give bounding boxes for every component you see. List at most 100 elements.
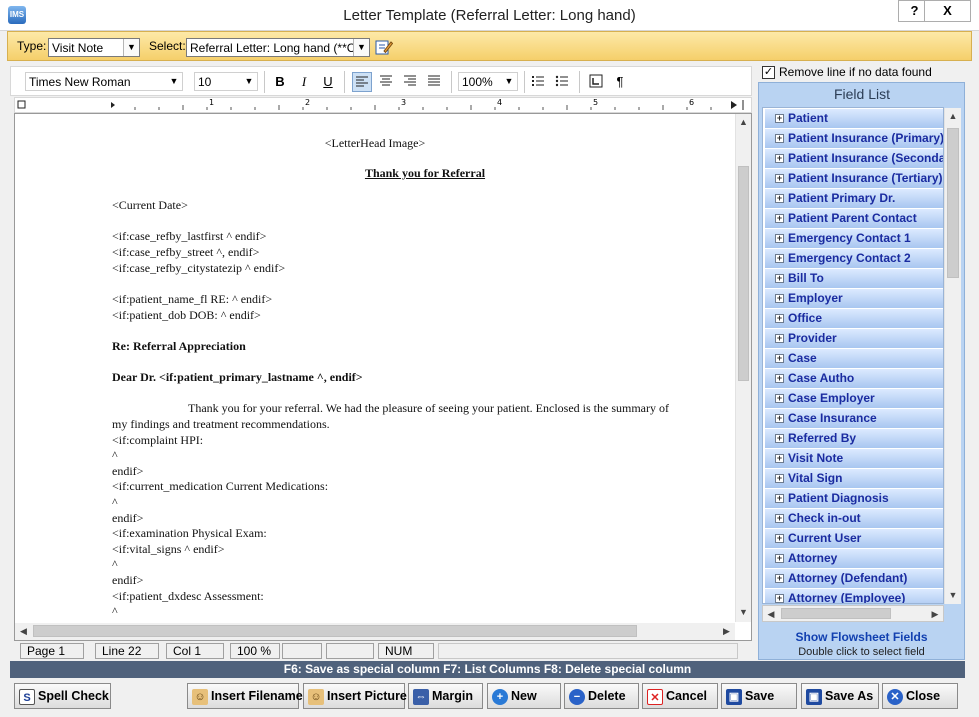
align-left-icon[interactable] — [352, 72, 372, 92]
field-item[interactable]: + Emergency Contact 1 — [765, 229, 943, 248]
document-editor[interactable]: <LetterHead Image> Thank you for Referra… — [14, 113, 752, 641]
expand-icon[interactable]: + — [775, 394, 784, 404]
delete-button[interactable]: − Delete — [564, 683, 639, 709]
field-item[interactable]: + Case Insurance — [765, 409, 943, 428]
underline-button[interactable]: U — [318, 72, 338, 92]
italic-button[interactable]: I — [294, 72, 314, 92]
field-item[interactable]: + Emergency Contact 2 — [765, 249, 943, 268]
expand-icon[interactable]: + — [775, 154, 784, 164]
remove-line-checkbox[interactable]: ✓ — [762, 66, 775, 79]
bold-button[interactable]: B — [270, 72, 290, 92]
chevron-down-icon[interactable]: ▼ — [353, 39, 369, 56]
expand-icon[interactable]: + — [775, 134, 784, 144]
insert-filename-button[interactable]: ☺ Insert Filename — [187, 683, 303, 709]
expand-icon[interactable]: + — [775, 474, 784, 484]
justify-icon[interactable] — [424, 72, 444, 92]
expand-icon[interactable]: + — [775, 434, 784, 444]
field-item[interactable]: + Patient Diagnosis — [765, 489, 943, 508]
expand-icon[interactable]: + — [775, 234, 784, 244]
margin-button[interactable]: ⇔ Margin — [408, 683, 483, 709]
field-item[interactable]: + Visit Note — [765, 449, 943, 468]
expand-icon[interactable]: + — [775, 514, 784, 524]
field-item[interactable]: + Attorney — [765, 549, 943, 568]
expand-icon[interactable]: + — [775, 294, 784, 304]
expand-icon[interactable]: + — [775, 594, 784, 603]
field-item[interactable]: + Patient Insurance (Secondary) — [765, 149, 943, 168]
expand-icon[interactable]: + — [775, 534, 784, 544]
expand-icon[interactable]: + — [775, 574, 784, 584]
field-item[interactable]: + Patient Parent Contact — [765, 209, 943, 228]
field-item[interactable]: + Patient — [765, 109, 943, 128]
scroll-right-icon[interactable]: ▶ — [927, 606, 943, 623]
chevron-down-icon[interactable]: ▼ — [241, 73, 257, 90]
field-item[interactable]: + Case Autho — [765, 369, 943, 388]
field-item[interactable]: + Current User — [765, 529, 943, 548]
close-button[interactable]: ✕ Close — [882, 683, 958, 709]
spell-check-button[interactable]: S Spell Check — [14, 683, 111, 709]
document-vertical-scrollbar[interactable]: ▲ ▼ — [735, 114, 751, 622]
cancel-button[interactable]: ✕ Cancel — [642, 683, 718, 709]
expand-icon[interactable]: + — [775, 334, 784, 344]
field-item[interactable]: + Check in-out — [765, 509, 943, 528]
expand-icon[interactable]: + — [775, 174, 784, 184]
save-button[interactable]: ▣ Save — [721, 683, 797, 709]
scroll-right-icon[interactable]: ▶ — [718, 623, 735, 640]
align-center-icon[interactable] — [376, 72, 396, 92]
field-item[interactable]: + Bill To — [765, 269, 943, 288]
expand-icon[interactable]: + — [775, 414, 784, 424]
field-item[interactable]: + Patient Insurance (Primary) — [765, 129, 943, 148]
scroll-up-icon[interactable]: ▲ — [945, 108, 961, 125]
expand-icon[interactable]: + — [775, 354, 784, 364]
field-list-horizontal-scrollbar[interactable]: ◀ ▶ — [762, 605, 944, 622]
document-horizontal-scrollbar[interactable]: ◀ ▶ — [15, 623, 735, 640]
scroll-thumb[interactable] — [738, 166, 749, 381]
expand-icon[interactable]: + — [775, 374, 784, 384]
chevron-down-icon[interactable]: ▼ — [501, 73, 517, 90]
field-list[interactable]: + Patient + Patient Insurance (Primary) + P… — [762, 107, 944, 604]
expand-icon[interactable]: + — [775, 214, 784, 224]
field-item[interactable]: + Case Employer — [765, 389, 943, 408]
scroll-thumb[interactable] — [947, 128, 959, 278]
scroll-left-icon[interactable]: ◀ — [15, 623, 32, 640]
field-item[interactable]: + Attorney (Employee) — [765, 589, 943, 603]
new-button[interactable]: + New — [487, 683, 561, 709]
font-size-select[interactable]: 10 ▼ — [194, 72, 258, 91]
numbered-list-icon[interactable] — [528, 72, 548, 92]
zoom-select[interactable]: 100% ▼ — [458, 72, 518, 91]
scroll-thumb[interactable] — [33, 625, 637, 637]
expand-icon[interactable]: + — [775, 114, 784, 124]
chevron-down-icon[interactable]: ▼ — [166, 73, 182, 90]
font-select[interactable]: Times New Roman ▼ — [25, 72, 183, 91]
field-item[interactable]: + Case — [765, 349, 943, 368]
bullet-list-icon[interactable] — [552, 72, 572, 92]
expand-icon[interactable]: + — [775, 494, 784, 504]
field-item[interactable]: + Vital Sign — [765, 469, 943, 488]
field-item[interactable]: + Patient Primary Dr. — [765, 189, 943, 208]
show-paragraph-marks-button[interactable]: ¶ — [610, 72, 630, 92]
chevron-down-icon[interactable]: ▼ — [123, 39, 139, 56]
expand-icon[interactable]: + — [775, 454, 784, 464]
field-item[interactable]: + Patient Insurance (Tertiary) — [765, 169, 943, 188]
field-item[interactable]: + Employer — [765, 289, 943, 308]
expand-icon[interactable]: + — [775, 254, 784, 264]
scroll-left-icon[interactable]: ◀ — [763, 606, 779, 623]
save-as-button[interactable]: ▣ Save As — [801, 683, 879, 709]
scroll-down-icon[interactable]: ▼ — [945, 587, 961, 604]
template-select[interactable]: Referral Letter: Long hand (**Con... ▼ — [186, 38, 370, 57]
scroll-up-icon[interactable]: ▲ — [736, 114, 751, 131]
field-item[interactable]: + Attorney (Defendant) — [765, 569, 943, 588]
field-item[interactable]: + Referred By — [765, 429, 943, 448]
show-flowsheet-fields-link[interactable]: Show Flowsheet Fields — [758, 630, 965, 644]
scroll-thumb[interactable] — [781, 608, 891, 619]
align-right-icon[interactable] — [400, 72, 420, 92]
expand-icon[interactable]: + — [775, 274, 784, 284]
edit-template-icon[interactable] — [375, 38, 394, 56]
scroll-down-icon[interactable]: ▼ — [736, 604, 751, 621]
field-list-vertical-scrollbar[interactable]: ▲ ▼ — [944, 108, 961, 604]
insert-picture-button[interactable]: ☺ Insert Picture — [303, 683, 407, 709]
tab-stop-icon[interactable] — [586, 72, 606, 92]
field-item[interactable]: + Provider — [765, 329, 943, 348]
ruler[interactable]: 1 2 3 4 5 6 — [14, 97, 752, 113]
window-close-button[interactable]: X — [924, 0, 971, 22]
expand-icon[interactable]: + — [775, 554, 784, 564]
